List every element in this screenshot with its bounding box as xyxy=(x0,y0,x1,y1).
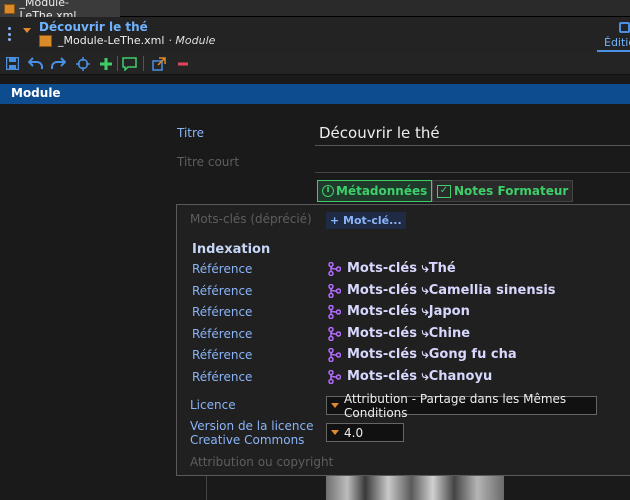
chevron-down-icon xyxy=(331,430,339,435)
info-icon: i xyxy=(322,185,334,197)
short-title-input[interactable] xyxy=(315,172,630,173)
reference-label: Référence xyxy=(192,348,253,362)
keywords-label: Mots-clés (déprécié) xyxy=(190,212,312,226)
reference-link[interactable]: Mots-clés ⤷Gong fu cha xyxy=(328,347,517,362)
reference-label: Référence xyxy=(192,305,253,319)
branch-icon xyxy=(328,283,341,298)
reference-label: Référence xyxy=(192,262,253,276)
package-icon xyxy=(4,3,15,14)
module-section-bar: Module xyxy=(0,84,630,104)
document-kind: · Module xyxy=(168,34,216,47)
reference-value: Mots-clés ⤷Thé xyxy=(347,261,456,276)
reference-label: Référence xyxy=(192,327,253,341)
document-file-name: _Module-LeThe.xml xyxy=(58,34,165,47)
reference-value: Mots-clés ⤷Gong fu cha xyxy=(347,347,517,362)
metadata-button-label: Métadonnées xyxy=(336,184,428,198)
trainer-notes-button-label: Notes Formateur xyxy=(454,184,569,198)
reference-label: Référence xyxy=(192,370,253,384)
edit-icon xyxy=(619,22,630,33)
save-icon[interactable] xyxy=(4,55,21,72)
cc-version-select[interactable]: 4.0 xyxy=(326,423,404,442)
indexation-heading: Indexation xyxy=(192,242,271,257)
module-section-title: Module xyxy=(11,86,61,100)
tab-edition[interactable]: Éditio xyxy=(597,20,630,52)
cc-version-label: Version de la licence xyxy=(190,419,314,433)
more-menu-icon[interactable] xyxy=(7,27,11,41)
title-label: Titre xyxy=(177,126,205,140)
reference-link[interactable]: Mots-clés ⤷Japon xyxy=(328,304,470,319)
chevron-down-icon xyxy=(331,403,339,408)
package-icon xyxy=(39,34,52,47)
open-external-icon[interactable] xyxy=(150,55,167,72)
file-tab[interactable]: _Module-LeThe.xml xyxy=(0,0,120,22)
content-divider xyxy=(206,476,207,500)
trainer-notes-button[interactable]: ✓ Notes Formateur xyxy=(432,180,574,202)
cc-version-select-value: 4.0 xyxy=(344,425,364,440)
licence-select-value: Attribution - Partage dans les Mêmes Con… xyxy=(344,391,567,420)
cc-version-label-2: Creative Commons xyxy=(190,433,305,447)
branch-icon xyxy=(328,261,341,276)
remove-icon[interactable] xyxy=(174,55,191,72)
metadata-button[interactable]: i Métadonnées xyxy=(317,180,433,202)
add-icon[interactable] xyxy=(97,55,114,72)
document-title: Découvrir le thé xyxy=(39,20,148,34)
toolbar-divider xyxy=(117,56,118,71)
reference-value: Mots-clés ⤷Chine xyxy=(347,326,471,341)
toolbar xyxy=(0,52,630,75)
branch-icon xyxy=(328,347,341,362)
reference-link[interactable]: Mots-clés ⤷Thé xyxy=(328,261,456,276)
undo-icon[interactable] xyxy=(27,55,44,72)
target-icon[interactable] xyxy=(74,55,91,72)
title-input[interactable]: Découvrir le thé xyxy=(319,124,440,142)
branch-icon xyxy=(328,369,341,384)
document-path: _Module-LeThe.xml · Module xyxy=(39,34,215,47)
reference-value: Mots-clés ⤷Chanoyu xyxy=(347,369,493,384)
title-input-underline xyxy=(315,145,630,146)
reference-value: Mots-clés ⤷Japon xyxy=(347,304,470,319)
reference-link[interactable]: Mots-clés ⤷Camellia sinensis xyxy=(328,283,556,298)
licence-label: Licence xyxy=(190,398,236,412)
reference-label: Référence xyxy=(192,284,253,298)
branch-icon xyxy=(328,326,341,341)
branch-icon xyxy=(328,304,341,319)
reference-link[interactable]: Mots-clés ⤷Chanoyu xyxy=(328,369,492,384)
image-thumbnail[interactable] xyxy=(326,476,504,500)
attribution-label: Attribution ou copyright xyxy=(190,455,334,469)
reference-link[interactable]: Mots-clés ⤷Chine xyxy=(328,326,470,341)
reference-value: Mots-clés ⤷Camellia sinensis xyxy=(347,283,556,298)
add-keyword-button[interactable]: + Mot-clé... xyxy=(326,212,406,229)
comment-icon[interactable] xyxy=(121,55,138,72)
redo-icon[interactable] xyxy=(50,55,67,72)
note-icon: ✓ xyxy=(437,184,451,198)
toolbar-divider xyxy=(143,56,144,71)
tab-edition-label: Éditio xyxy=(604,36,630,49)
licence-select[interactable]: Attribution - Partage dans les Mêmes Con… xyxy=(326,392,597,420)
collapse-caret-icon[interactable] xyxy=(23,28,31,33)
short-title-label: Titre court xyxy=(177,155,240,169)
